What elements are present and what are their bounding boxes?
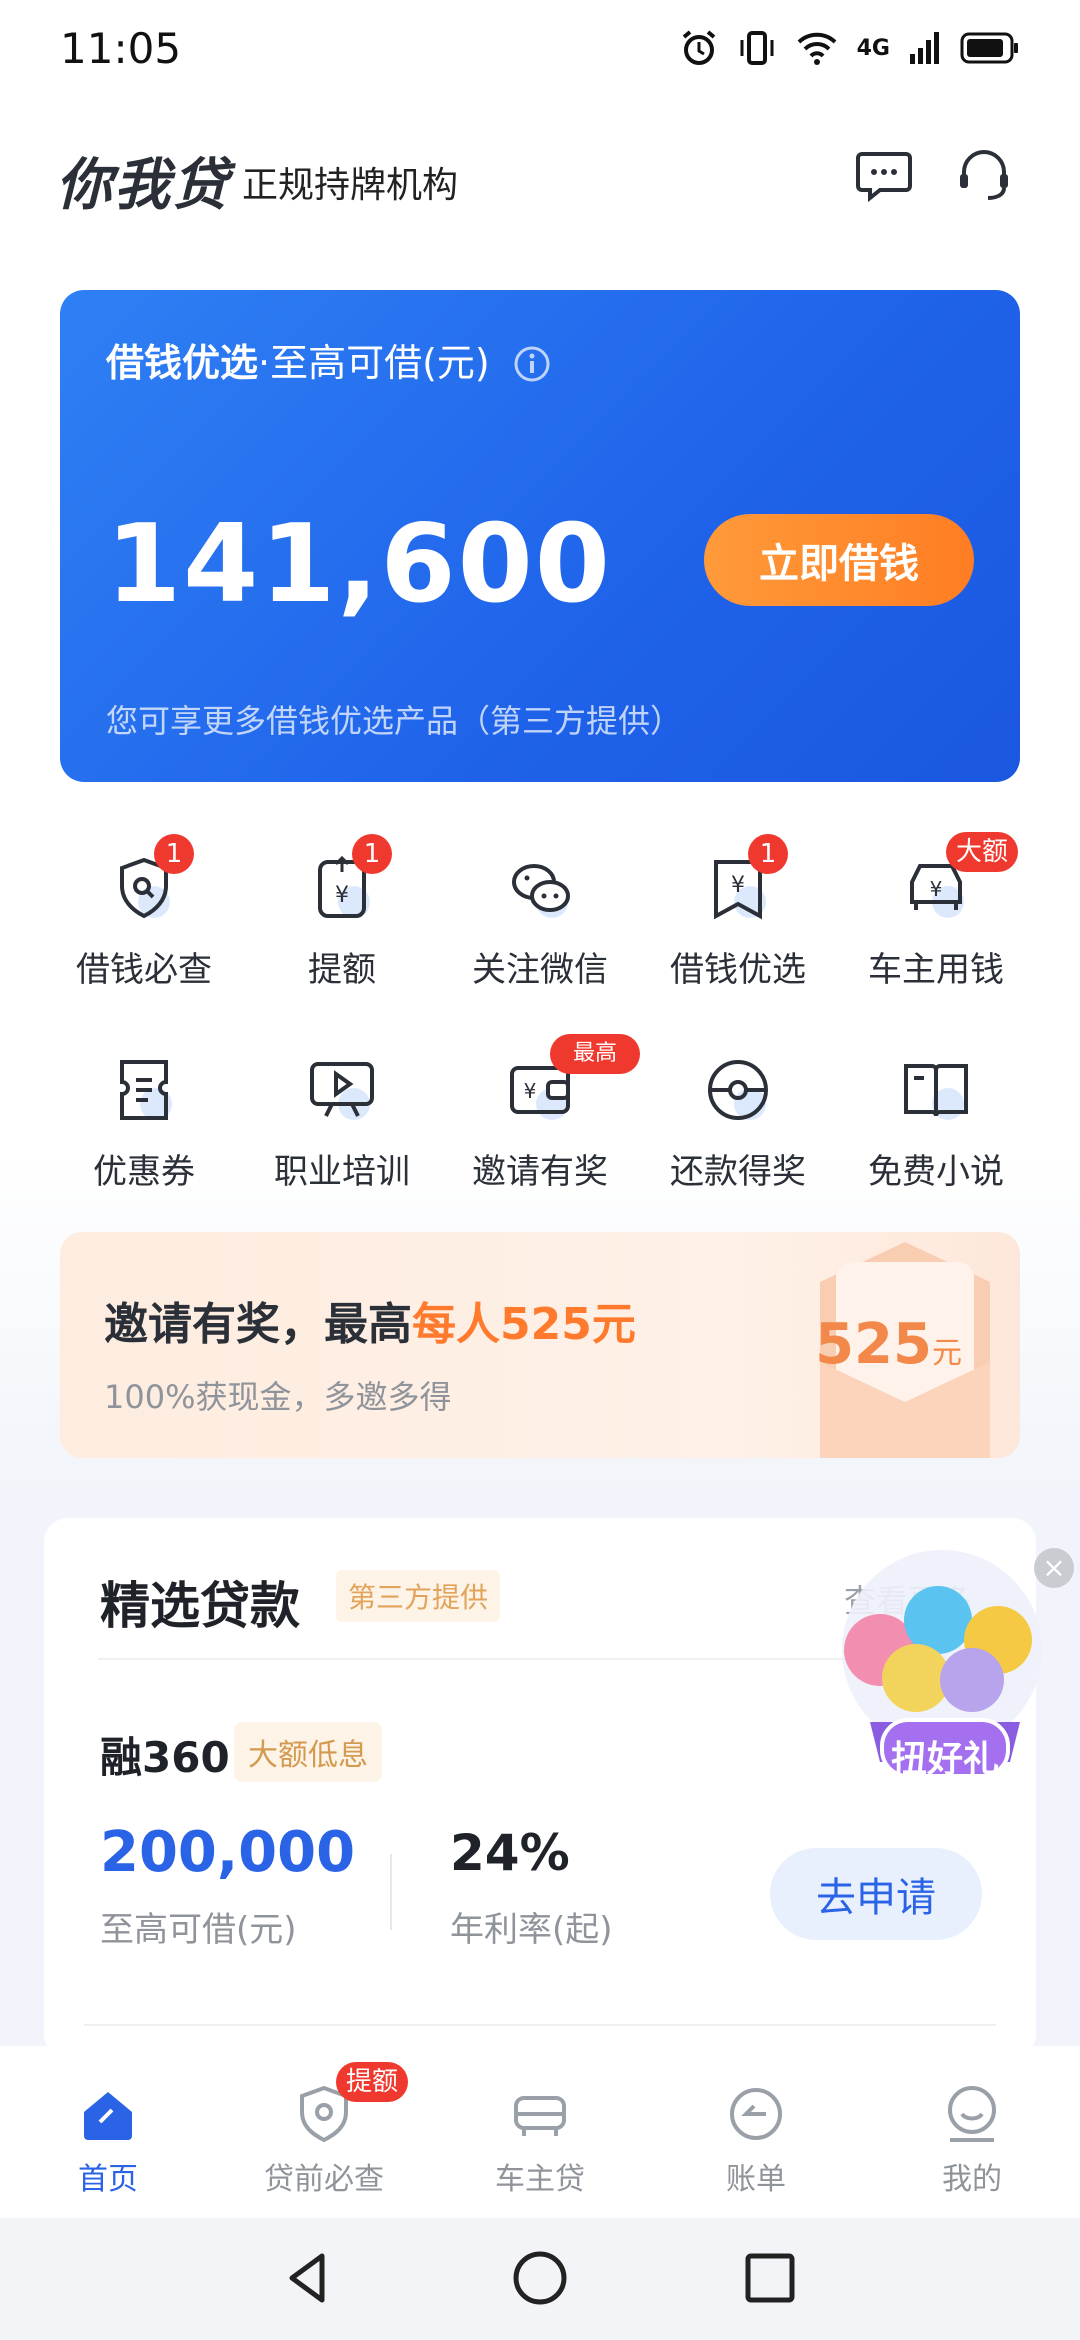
grid-badge: 最高525: [550, 1034, 640, 1106]
grid-item-repay-reward[interactable]: 还款得奖: [638, 1054, 838, 1204]
svg-text:¥: ¥: [524, 1079, 537, 1103]
hero-title-bold: 借钱优选: [106, 341, 259, 385]
invite-title: 邀请有奖，最高每人525元: [104, 1288, 636, 1352]
hero-title: 借钱优选·至高可借(元): [106, 332, 552, 387]
alarm-icon: [682, 30, 715, 65]
grid-label: 职业培训: [274, 1152, 410, 1192]
hero-title-rest: ·至高可借(元): [258, 341, 490, 385]
brand-subtitle: 正规持牌机构: [242, 165, 459, 206]
invite-title-prefix: 邀请有奖，最高: [104, 1299, 412, 1350]
wifi-icon: [797, 32, 837, 65]
svg-text:¥: ¥: [335, 883, 349, 908]
bottom-tab-bar: 首页 提额 贷前必查 车主贷 账单 我的: [0, 2046, 1080, 2218]
bill-icon: [730, 2088, 782, 2140]
grid-badge: 1: [154, 834, 194, 874]
status-time: 11:05: [60, 24, 182, 73]
tab-label: 贷前必查: [264, 2162, 384, 2197]
recents-icon[interactable]: [740, 2248, 800, 2308]
grid-label: 车主用钱: [868, 950, 1004, 990]
loan-hero-card[interactable]: 借钱优选·至高可借(元) 141,600 立即借钱 您可享更多借钱优选产品（第三…: [60, 290, 1020, 782]
network-label: 4G: [856, 35, 890, 61]
gacha-gift-widget[interactable]: 扭好礼: [820, 1540, 1070, 1810]
tab-label: 首页: [78, 2162, 138, 2197]
reward-ball-icon: [708, 1060, 768, 1120]
grid-label: 优惠券: [93, 1152, 195, 1192]
third-party-tag: 第三方提供: [336, 1570, 501, 1622]
home-circle-icon[interactable]: [510, 2248, 570, 2308]
envelope-amount: 525元: [815, 1312, 962, 1377]
grid-label: 邀请有奖: [472, 1152, 608, 1192]
hero-amount: 141,600: [106, 502, 612, 627]
status-bar: 11:05 4G: [0, 0, 1080, 100]
envelope-unit: 元: [932, 1336, 962, 1371]
product-rate: 24%: [450, 1824, 570, 1882]
book-icon: [904, 1064, 968, 1120]
grid-item-job-training[interactable]: 职业培训: [242, 1054, 442, 1204]
invite-subtitle: 100%获现金，多邀多得: [104, 1378, 452, 1416]
svg-text:¥: ¥: [930, 877, 943, 901]
envelope-value: 525: [815, 1312, 932, 1377]
car-icon: [514, 2096, 566, 2136]
grid-badge: 1: [748, 834, 788, 874]
loans-title: 精选贷款: [100, 1577, 300, 1635]
tab-home[interactable]: 首页: [8, 2082, 208, 2198]
invite-banner[interactable]: 邀请有奖，最高每人525元 100%获现金，多邀多得 525元: [60, 1232, 1020, 1458]
vibrate-icon: [740, 31, 774, 65]
info-icon[interactable]: [512, 344, 552, 384]
tab-pre-loan-check[interactable]: 提额 贷前必查: [224, 2062, 424, 2198]
invite-title-highlight: 每人525元: [412, 1299, 636, 1350]
status-icons: 4G: [679, 28, 1020, 68]
grid-label: 借钱必查: [76, 950, 212, 990]
svg-text:¥: ¥: [731, 873, 745, 898]
borrow-now-button[interactable]: 立即借钱: [704, 514, 974, 606]
grid-item-follow-wechat[interactable]: 关注微信: [440, 852, 640, 1002]
grid-label: 还款得奖: [670, 1152, 806, 1192]
message-icon[interactable]: [852, 142, 916, 206]
back-icon[interactable]: [278, 2248, 338, 2308]
tab-label: 账单: [726, 2162, 786, 2197]
divider: [390, 1854, 392, 1930]
grid-item-invite-reward[interactable]: ¥ 最高525 邀请有奖: [440, 1034, 640, 1204]
product-rate-label: 年利率(起): [450, 1910, 613, 1950]
grid-label: 关注微信: [472, 950, 608, 990]
wechat-icon: [512, 864, 570, 918]
apply-button[interactable]: 去申请: [770, 1848, 982, 1940]
divider: [84, 2024, 996, 2026]
product-name: 融360: [100, 1733, 230, 1782]
tab-car-loan[interactable]: 车主贷: [440, 2082, 640, 2198]
tab-profile[interactable]: 我的: [872, 2082, 1072, 2198]
tab-badge: 提额: [336, 2062, 409, 2102]
coupon-icon: [120, 1060, 172, 1120]
battery-icon: [960, 32, 1018, 64]
hero-footer: 您可享更多借钱优选产品（第三方提供）: [106, 702, 683, 740]
grid-item-car-owner-loan[interactable]: ¥ 大额 车主用钱: [836, 832, 1036, 1002]
signal-icon: [910, 32, 939, 64]
grid-label: 借钱优选: [670, 950, 806, 990]
grid-badge: 大额: [946, 832, 1019, 872]
tab-label: 车主贷: [495, 2162, 585, 2197]
video-training-icon: [310, 1062, 374, 1120]
grid-item-borrow-picks[interactable]: ¥ 1 借钱优选: [638, 834, 838, 1002]
grid-item-borrow-check[interactable]: 1 借钱必查: [44, 834, 244, 1002]
grid-label: 提额: [308, 950, 376, 990]
product-tag: 大额低息: [234, 1722, 382, 1782]
grid-item-free-novel[interactable]: 免费小说: [836, 1054, 1036, 1204]
customer-service-icon[interactable]: [952, 142, 1016, 206]
grid-item-coupon[interactable]: 优惠券: [44, 1054, 244, 1204]
system-nav-bar: [0, 2218, 1080, 2340]
tab-bill[interactable]: 账单: [656, 2082, 856, 2198]
grid-item-raise-limit[interactable]: ¥ 1 提额: [242, 834, 442, 1002]
gift-label: 扭好礼: [890, 1739, 999, 1780]
product-amount-label: 至高可借(元): [100, 1910, 297, 1950]
close-float-button[interactable]: ×: [1034, 1548, 1074, 1588]
product-amount: 200,000: [100, 1820, 356, 1885]
profile-icon: [948, 2086, 996, 2142]
tab-label: 我的: [942, 2162, 1002, 2197]
grid-badge: 1: [352, 834, 392, 874]
grid-label: 免费小说: [868, 1152, 1004, 1192]
home-icon: [84, 2092, 132, 2140]
brand-logo: 你我贷: [56, 153, 230, 218]
